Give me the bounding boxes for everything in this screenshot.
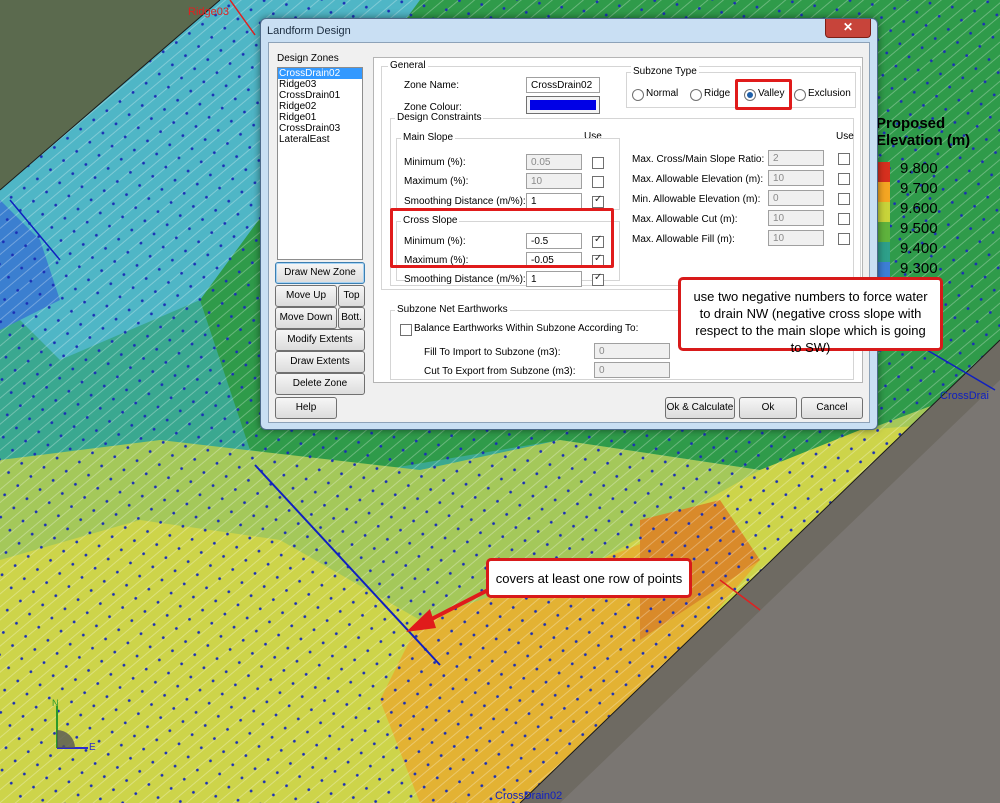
cross-smoothing-label: Smoothing Distance (m/%): [404, 274, 526, 285]
cross-smoothing-use-checkbox[interactable] [592, 272, 604, 286]
ratio-use-checkbox[interactable] [838, 153, 850, 165]
close-button[interactable]: ✕ [825, 19, 871, 38]
legend-row: 9.600 [872, 200, 1000, 222]
max-cut-field[interactable]: 10 [768, 210, 824, 226]
main-max-use-checkbox[interactable] [592, 176, 604, 188]
zone-colour-swatch [530, 100, 596, 110]
zone-list-item[interactable]: Ridge01 [278, 112, 362, 123]
legend-value: 9.400 [900, 240, 938, 257]
cross-slope-callout: use two negative numbers to force water … [678, 277, 943, 355]
map-label-ridge: Ridge03 [188, 6, 229, 18]
elevation-legend: Proposed Elevation (m) 9.800 9.700 9.600 9.… [872, 115, 1000, 282]
map-label-crossdrain: CrossDrai [940, 390, 989, 402]
main-max-field[interactable]: 10 [526, 173, 582, 189]
zone-list-item[interactable]: Ridge02 [278, 101, 362, 112]
help-button[interactable]: Help [275, 397, 337, 419]
max-fill-use-checkbox[interactable] [838, 233, 850, 245]
balance-earthworks-label: Balance Earthworks Within Subzone Accord… [414, 323, 639, 334]
zone-colour-button[interactable] [526, 96, 600, 114]
map-label-crossdrain-bottom: CrossDrain02 [495, 790, 563, 802]
legend-row: 9.700 [872, 180, 1000, 202]
zone-list-item[interactable]: CrossDrain02 [278, 68, 362, 79]
design-zones-list[interactable]: CrossDrain02 Ridge03 CrossDrain01 Ridge02 Ri… [277, 67, 363, 260]
max-fill-field[interactable]: 10 [768, 230, 824, 246]
max-fill-label: Max. Allowable Fill (m): [632, 234, 735, 245]
zone-list-item[interactable]: CrossDrain03 [278, 123, 362, 134]
subzone-radio-label: Ridge [704, 88, 731, 99]
general-label: General [388, 60, 428, 71]
dialog-title: Landform Design [267, 25, 351, 37]
axis-e-label: E [89, 742, 96, 753]
zone-name-field[interactable]: CrossDrain02 [526, 77, 600, 93]
cut-export-label: Cut To Export from Subzone (m3): [424, 366, 576, 377]
points-callout: covers at least one row of points [486, 558, 692, 598]
zone-name-label: Zone Name: [404, 80, 460, 91]
legend-row: 9.500 [872, 220, 1000, 242]
main-min-field[interactable]: 0.05 [526, 154, 582, 170]
delete-zone-button[interactable]: Delete Zone [275, 373, 365, 395]
max-cut-use-checkbox[interactable] [838, 213, 850, 225]
right-use-column-label: Use [836, 131, 854, 142]
main-smoothing-label: Smoothing Distance (m/%): [404, 196, 526, 207]
top-button[interactable]: Top [338, 285, 365, 307]
max-elev-label: Max. Allowable Elevation (m): [632, 174, 764, 185]
design-zones-label: Design Zones [277, 53, 339, 64]
main-slope-label: Main Slope [401, 132, 456, 143]
legend-title-2: Elevation (m) [876, 132, 971, 149]
bottom-button[interactable]: Bott. [338, 307, 365, 329]
main-smoothing-use-checkbox[interactable] [592, 194, 604, 208]
max-elev-field[interactable]: 10 [768, 170, 824, 186]
legend-value: 9.800 [900, 160, 938, 177]
legend-value: 9.300 [900, 260, 938, 277]
subzone-type-label: Subzone Type [631, 66, 699, 77]
zone-list-item[interactable]: Ridge03 [278, 79, 362, 90]
fill-import-label: Fill To Import to Subzone (m3): [424, 347, 561, 358]
draw-extents-button[interactable]: Draw Extents [275, 351, 365, 373]
subzone-radio-ridge[interactable] [690, 89, 702, 101]
legend-value: 9.500 [900, 220, 938, 237]
valley-highlight-box [735, 79, 792, 110]
modify-extents-button[interactable]: Modify Extents [275, 329, 365, 351]
legend-title-1: Proposed [876, 115, 946, 132]
min-elev-label: Min. Allowable Elevation (m): [632, 194, 761, 205]
max-elev-use-checkbox[interactable] [838, 173, 850, 185]
axis-n-label: N [52, 698, 59, 708]
zone-list-item[interactable]: CrossDrain01 [278, 90, 362, 101]
main-min-label: Minimum (%): [404, 157, 466, 168]
cross-slope-highlight-box [390, 208, 614, 268]
main-max-label: Maximum (%): [404, 176, 469, 187]
ratio-field[interactable]: 2 [768, 150, 824, 166]
cancel-button[interactable]: Cancel [801, 397, 863, 419]
subzone-radio-label: Exclusion [808, 88, 851, 99]
subzone-radio-label: Normal [646, 88, 679, 99]
fill-import-field[interactable]: 0 [594, 343, 670, 359]
ok-calculate-button[interactable]: Ok & Calculate [665, 397, 735, 419]
ratio-label: Max. Cross/Main Slope Ratio: [632, 154, 765, 165]
balance-earthworks-checkbox[interactable] [400, 324, 412, 336]
close-icon: ✕ [842, 20, 854, 34]
main-smoothing-field[interactable]: 1 [526, 193, 582, 209]
legend-row: 9.800 [872, 160, 1000, 182]
max-cut-label: Max. Allowable Cut (m): [632, 214, 738, 225]
main-min-use-checkbox[interactable] [592, 157, 604, 169]
earthworks-label: Subzone Net Earthworks [395, 304, 510, 315]
move-down-button[interactable]: Move Down [275, 307, 337, 329]
min-elev-field[interactable]: 0 [768, 190, 824, 206]
cut-export-field[interactable]: 0 [594, 362, 670, 378]
move-up-button[interactable]: Move Up [275, 285, 337, 307]
legend-row: 9.400 [872, 240, 1000, 262]
legend-value: 9.600 [900, 200, 938, 217]
min-elev-use-checkbox[interactable] [838, 193, 850, 205]
zone-list-item[interactable]: LateralEast [278, 134, 362, 145]
subzone-radio-normal[interactable] [632, 89, 644, 101]
ok-button[interactable]: Ok [739, 397, 797, 419]
legend-value: 9.700 [900, 180, 938, 197]
subzone-radio-exclusion[interactable] [794, 89, 806, 101]
design-constraints-label: Design Constraints [395, 112, 484, 123]
cross-smoothing-field[interactable]: 1 [526, 271, 582, 287]
draw-new-zone-button[interactable]: Draw New Zone [275, 262, 365, 284]
